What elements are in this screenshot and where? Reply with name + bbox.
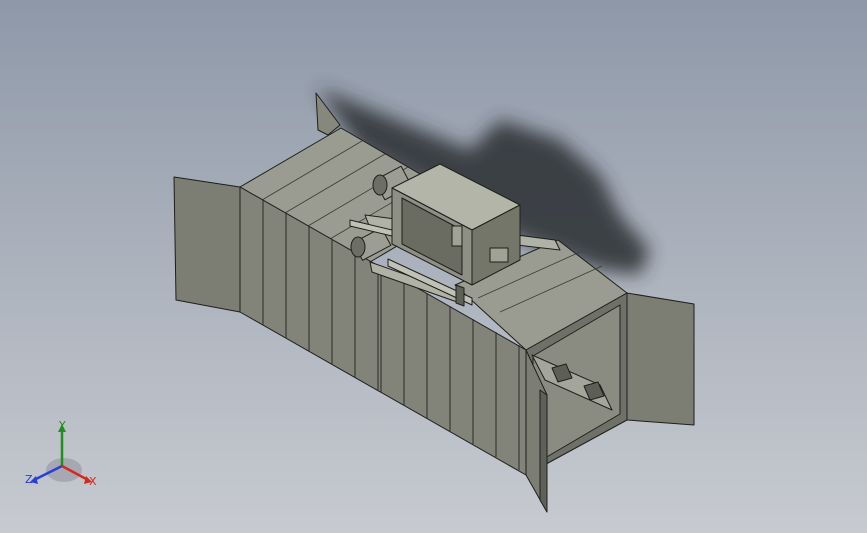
housing-frame-post xyxy=(455,284,465,307)
orientation-triad: Y Z X xyxy=(22,418,112,498)
right-door-upper xyxy=(626,292,695,426)
graphics-viewport[interactable]: Y Z X xyxy=(0,0,867,533)
housing-bolt-block xyxy=(489,247,509,263)
axis-label-z: Z xyxy=(25,473,33,486)
housing-flange xyxy=(451,225,463,247)
3d-model-view[interactable] xyxy=(0,0,867,533)
axis-label-y: Y xyxy=(59,419,66,432)
triad-graphic xyxy=(30,424,92,484)
axis-label-x: X xyxy=(89,475,97,488)
right-door-lower-leaf xyxy=(539,389,548,513)
left-door xyxy=(173,176,241,313)
